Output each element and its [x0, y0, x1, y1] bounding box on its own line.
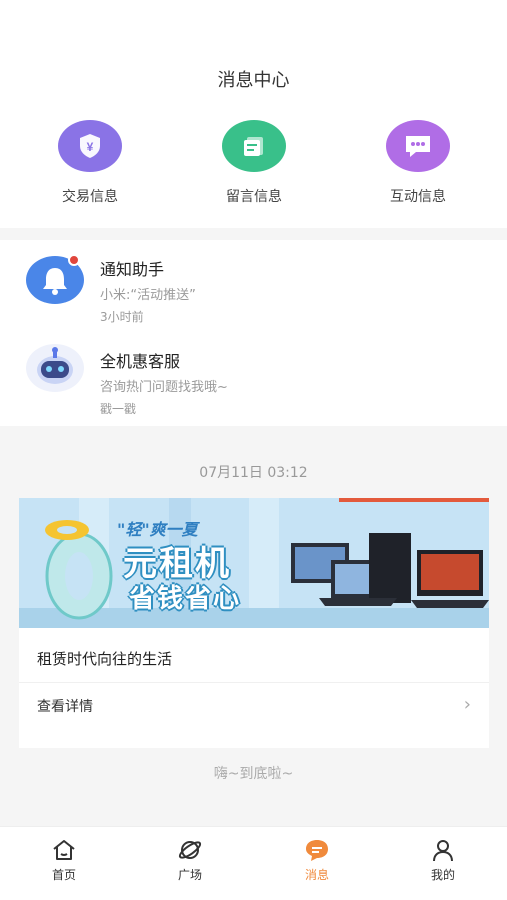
promo-card[interactable]: "轻"爽一夏 0 元租机 省钱省心 租赁时代向往的生活 查看详情 ›	[19, 498, 489, 748]
bottom-tab-bar: 首页 广场 消息 我的	[0, 826, 507, 900]
card-divider	[19, 682, 489, 683]
category-comments[interactable]: 留言信息	[194, 120, 314, 206]
conversation-notify-assistant[interactable]: 通知助手 小米:“活动推送” 3小时前	[0, 240, 507, 330]
conversation-name: 全机惠客服	[100, 352, 181, 371]
conversation-preview: 小米:“活动推送”	[100, 288, 196, 303]
tab-me[interactable]: 我的	[403, 837, 483, 883]
tab-label: 消息	[304, 868, 329, 882]
tab-home[interactable]: 首页	[24, 837, 104, 883]
svg-text:¥: ¥	[87, 140, 94, 154]
planet-icon	[177, 837, 203, 863]
category-trade[interactable]: ¥ 交易信息	[30, 120, 150, 206]
conversation-preview: 咨询热门问题找我哦~	[100, 380, 228, 395]
tab-plaza[interactable]: 广场	[150, 837, 230, 883]
conversation-time: 戳一戳	[100, 402, 137, 416]
category-interaction[interactable]: 互动信息	[358, 120, 478, 206]
home-icon	[51, 837, 77, 863]
category-row: ¥ 交易信息 留言信息 互动信息	[0, 120, 507, 210]
robot-icon	[26, 344, 84, 392]
tab-messages[interactable]: 消息	[277, 837, 357, 883]
chevron-right-icon[interactable]: ›	[464, 694, 471, 715]
view-details-link[interactable]: 查看详情	[37, 696, 93, 716]
tab-label: 首页	[51, 868, 76, 882]
person-icon	[430, 837, 456, 863]
promo-banner[interactable]: "轻"爽一夏 0 元租机 省钱省心	[19, 498, 489, 628]
card-title: 租赁时代向往的生活	[37, 650, 173, 668]
page-title: 消息中心	[217, 70, 290, 91]
yen-shield-icon: ¥	[58, 120, 122, 172]
message-card-icon	[222, 120, 286, 172]
message-center-page: 消息中心 ¥ 交易信息 留言信息 互动信息 通知助手 小米:“活动推送” 3小时…	[0, 0, 507, 900]
conversation-time: 3小时前	[100, 310, 144, 324]
conversation-name: 通知助手	[100, 260, 165, 279]
header-section: 消息中心 ¥ 交易信息 留言信息 互动信息	[0, 0, 507, 228]
conversation-list: 通知助手 小米:“活动推送” 3小时前 全机惠客服 咨询热门问题找我哦~ 戳一戳	[0, 240, 507, 426]
message-icon	[304, 837, 330, 863]
end-of-list-text: 嗨~到底啦~	[213, 766, 294, 782]
unread-badge	[68, 254, 80, 266]
tab-label: 广场	[177, 868, 202, 882]
conversation-customer-service[interactable]: 全机惠客服 咨询热门问题找我哦~ 戳一戳	[0, 332, 507, 422]
message-timestamp: 07月11日 03:12	[199, 465, 308, 481]
banner-number: 0	[59, 526, 108, 596]
banner-subline: 省钱省心	[129, 584, 242, 614]
chat-bubble-icon	[386, 120, 450, 172]
category-label: 留言信息	[226, 189, 282, 205]
category-label: 互动信息	[390, 189, 446, 205]
category-label: 交易信息	[62, 189, 118, 205]
tab-label: 我的	[430, 868, 455, 882]
